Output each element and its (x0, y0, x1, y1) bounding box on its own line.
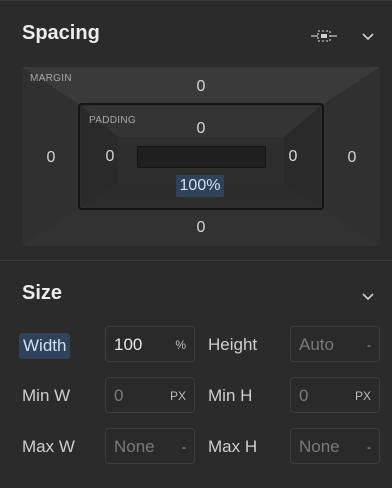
min-width-input[interactable]: 0 PX (105, 377, 195, 413)
max-height-input[interactable]: None - (290, 428, 380, 464)
height-unit[interactable]: - (367, 338, 371, 352)
box-model-editor: MARGIN 0 0 0 0 PADDING 0 0 0 100% (22, 67, 380, 246)
height-value: Auto (299, 335, 334, 354)
padding-top-value[interactable]: 0 (186, 120, 216, 138)
margin-left-value[interactable]: 0 (36, 149, 66, 167)
margin-right-value[interactable]: 0 (337, 149, 367, 167)
margin-label: MARGIN (30, 73, 72, 84)
max-height-label: Max H (208, 437, 258, 456)
min-height-label: Min H (208, 386, 253, 405)
size-collapse-chevron-icon[interactable] (358, 286, 378, 306)
margin-bottom-value[interactable]: 0 (186, 219, 216, 237)
content-box (137, 146, 266, 168)
min-height-input[interactable]: 0 PX (290, 377, 380, 413)
max-height-unit[interactable]: - (367, 440, 371, 454)
top-divider (0, 0, 392, 1)
min-width-label: Min W (22, 386, 71, 405)
spacing-collapse-chevron-icon[interactable] (358, 26, 378, 46)
width-value: 100 (114, 335, 143, 354)
padding-right-value[interactable]: 0 (278, 148, 308, 166)
min-height-unit[interactable]: PX (355, 389, 371, 403)
align-center-icon[interactable] (310, 25, 338, 47)
max-height-value: None (299, 437, 340, 456)
width-label[interactable]: Width (19, 333, 71, 359)
max-width-value: None (114, 437, 155, 456)
spacing-title: Spacing (22, 22, 100, 44)
content-width-value[interactable]: 100% (176, 175, 224, 197)
padding-left-value[interactable]: 0 (95, 148, 125, 166)
max-width-label: Max W (22, 437, 75, 456)
width-unit[interactable]: % (175, 338, 186, 352)
margin-top-value[interactable]: 0 (186, 78, 216, 96)
max-width-input[interactable]: None - (105, 428, 195, 464)
min-width-value: 0 (114, 386, 124, 405)
section-divider (0, 260, 392, 261)
min-width-unit[interactable]: PX (170, 389, 186, 403)
height-label: Height (208, 335, 258, 354)
max-width-unit[interactable]: - (182, 440, 186, 454)
width-input[interactable]: 100 % (105, 326, 195, 362)
height-input[interactable]: Auto - (290, 326, 380, 362)
min-height-value: 0 (299, 386, 309, 405)
size-title: Size (22, 282, 63, 304)
padding-label: PADDING (89, 115, 136, 126)
